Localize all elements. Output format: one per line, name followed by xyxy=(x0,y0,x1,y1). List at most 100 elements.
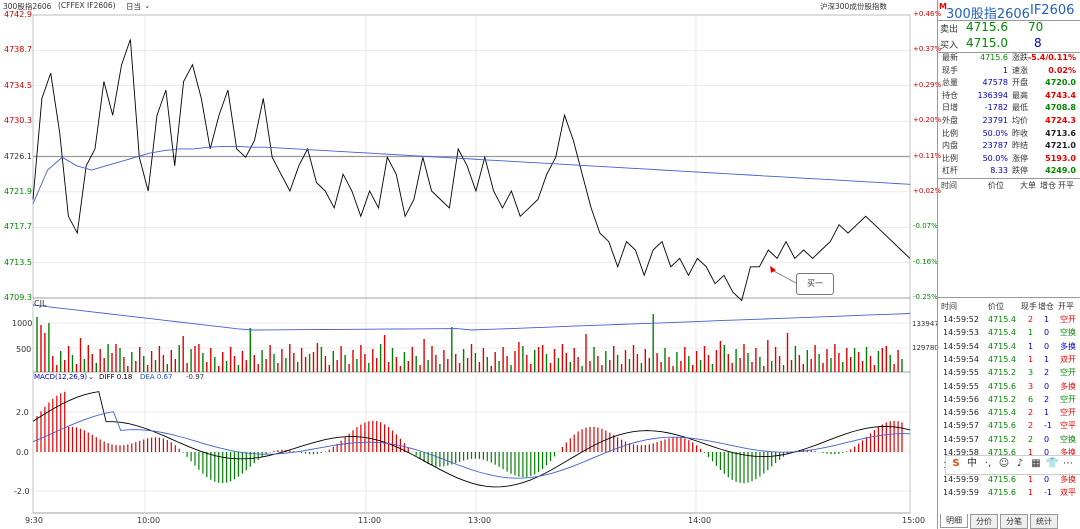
buy-price: 4715.0 xyxy=(966,36,1008,50)
volume-label: CJL xyxy=(34,299,47,308)
trade-row[interactable]: 14:59:52 4715.4 2 1 空开 xyxy=(940,313,1078,326)
quote-label: 昨收 xyxy=(1012,128,1028,138)
chart-frame xyxy=(32,14,911,514)
contract-code: IF2606 xyxy=(1030,3,1075,18)
ime-tool-icon[interactable]: ♪ xyxy=(1014,458,1026,470)
trade-cell: 1 xyxy=(1044,354,1050,364)
trade-cell: 4715.6 xyxy=(988,487,1016,497)
quote-value: 1 xyxy=(1002,65,1008,75)
quote-label: 比例 xyxy=(942,153,958,163)
price-tick: 4726.1 xyxy=(4,151,32,161)
trade-row[interactable]: 14:59:57 4715.6 2 -1 空平 xyxy=(940,419,1078,432)
trade-cell: 14:59:57 xyxy=(943,434,979,444)
trade-list[interactable]: 14:59:52 4715.4 2 1 空开 14:59:53 4715.4 1 0 空换 14:5… xyxy=(938,313,1080,513)
tab-1[interactable]: 分价 xyxy=(970,514,998,529)
trade-cell: 4715.4 xyxy=(988,315,1016,324)
trade-row[interactable]: 14:59:54 4715.4 1 1 双开 xyxy=(940,353,1078,366)
quote-label: 涨跌 xyxy=(1012,53,1028,62)
price-tick: 4709.3 xyxy=(4,293,32,302)
column-header: 现手 xyxy=(1021,302,1037,311)
price-tick: 4717.7 xyxy=(4,222,32,232)
column-header: 时间 xyxy=(941,302,957,311)
volume-tick: 500 xyxy=(16,345,32,354)
trade-cell: 多换 xyxy=(1060,341,1076,351)
trade-row[interactable]: 14:59:53 4715.4 1 0 空换 xyxy=(940,326,1078,339)
sell-label: 卖出 xyxy=(940,25,959,35)
quote-label: 均价 xyxy=(1012,116,1028,125)
quote-label: 持仓 xyxy=(942,90,958,100)
price-tick: 4742.9 xyxy=(4,10,32,19)
ime-tool-icon[interactable]: ⋯ xyxy=(1062,458,1074,470)
ime-tool-icon[interactable]: ▦ xyxy=(1030,458,1042,470)
order-book: 卖出 4715.6 70 买入 4715.0 8 xyxy=(938,20,1080,53)
column-header: 大单 xyxy=(1020,181,1036,190)
quote-label: 最新 xyxy=(942,53,958,62)
trade-cell: 双开 xyxy=(1060,354,1076,364)
trade-cell: 空开 xyxy=(1060,368,1076,378)
quote-value: 4720.0 xyxy=(1045,78,1076,88)
ime-tool-icon[interactable]: ·, xyxy=(982,458,994,470)
tab-3[interactable]: 统计 xyxy=(1030,514,1058,529)
quote-row: 比例 50.0% 昨收 4713.6 xyxy=(940,128,1078,141)
price-panel xyxy=(32,39,911,302)
quote-label: 涨停 xyxy=(1012,153,1028,163)
dea-line xyxy=(32,411,911,479)
quote-value: 4715.6 xyxy=(980,53,1008,62)
trade-cell: 0 xyxy=(1044,381,1050,391)
quote-value: 4713.6 xyxy=(1045,128,1076,138)
trade-row[interactable]: 14:59:56 4715.4 2 1 空开 xyxy=(940,406,1078,419)
intraday-chart[interactable] xyxy=(0,0,937,529)
trade-cell: 14:59:54 xyxy=(943,354,979,364)
trade-cell: 2 xyxy=(1028,315,1034,324)
chevron-down-icon[interactable]: ⌄ xyxy=(88,373,94,381)
price-tick: 4730.3 xyxy=(4,116,32,126)
trade-cell: 4715.2 xyxy=(988,434,1016,444)
trade-cell: 空开 xyxy=(1060,394,1076,404)
trade-cell: 0 xyxy=(1044,434,1050,444)
quote-value: 8.33 xyxy=(990,166,1008,176)
quote-value: 47578 xyxy=(982,78,1008,88)
trade-cell: 空换 xyxy=(1060,434,1076,444)
ime-toolbar[interactable]: S 中 ·, ☺ ♪ ▦ 👕 ⋯ xyxy=(945,455,1080,475)
ime-tool-icon[interactable]: S xyxy=(950,458,962,470)
chart-grid xyxy=(32,14,911,514)
trade-row[interactable]: 14:59:55 4715.6 3 0 多换 xyxy=(940,380,1078,393)
divider xyxy=(938,297,1080,298)
ime-tool-icon[interactable]: 中 xyxy=(966,458,978,470)
quote-label: 杠杆 xyxy=(942,166,958,176)
quote-row: 总量 47578 开盘 4720.0 xyxy=(940,77,1078,90)
quote-value: 5193.0 xyxy=(1045,153,1076,163)
tab-0[interactable]: 明细 xyxy=(940,514,968,528)
quote-label: 速涨 xyxy=(1012,65,1028,75)
trade-cell: 14:59:55 xyxy=(943,368,979,378)
trade-row[interactable]: 14:59:57 4715.2 2 0 空换 xyxy=(940,433,1078,446)
buy-volume: 8 xyxy=(1034,36,1042,50)
quote-label: 跌停 xyxy=(1012,166,1028,176)
trade-row[interactable]: 14:59:55 4715.2 3 2 空开 xyxy=(940,366,1078,379)
column-header: 时间 xyxy=(941,181,957,190)
trade-cell: 3 xyxy=(1028,381,1034,391)
tab-2[interactable]: 分笔 xyxy=(1000,514,1028,529)
quote-value: -1782 xyxy=(984,103,1008,113)
quote-row: 最新 4715.6 涨跌 -5.4/0.11% xyxy=(940,52,1078,65)
trade-row[interactable]: 14:59:54 4715.4 1 0 多换 xyxy=(940,340,1078,353)
quote-row: 杠杆 8.33 跌停 4249.0 xyxy=(940,165,1078,178)
trade-cell: 双平 xyxy=(1060,487,1076,497)
quote-label: 最低 xyxy=(1012,103,1028,113)
trade-cell: -1 xyxy=(1044,421,1052,431)
trade-row[interactable]: 14:59:56 4715.2 6 2 空开 xyxy=(940,393,1078,406)
macd-value: -0.97 xyxy=(186,373,205,381)
trade-cell: 0 xyxy=(1044,341,1050,351)
macd-label: MACD(12,26,9) xyxy=(34,373,88,381)
quote-value: 23787 xyxy=(982,141,1008,151)
trade-row[interactable]: 14:59:59 4715.6 1 -1 双平 xyxy=(940,486,1078,499)
ime-tool-icon[interactable]: 👕 xyxy=(1046,458,1058,470)
ime-tool-icon[interactable]: ☺ xyxy=(998,458,1010,470)
quote-label: 外盘 xyxy=(942,116,958,125)
trade-cell: 2 xyxy=(1028,421,1034,431)
quote-row: 内盘 23787 昨结 4721.0 xyxy=(940,140,1078,153)
trade-cell: 空平 xyxy=(1060,421,1076,431)
price-line xyxy=(32,39,911,302)
quote-label: 昨结 xyxy=(1012,141,1028,151)
trade-cell: 14:59:56 xyxy=(943,408,979,418)
